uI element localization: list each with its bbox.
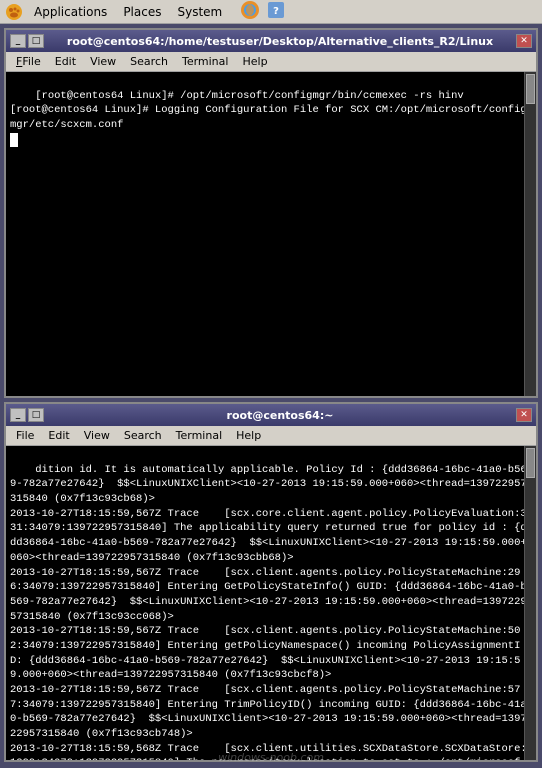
close-button-2[interactable]: ✕ [516, 408, 532, 422]
menu-search-1[interactable]: Search [124, 54, 174, 69]
close-area-1[interactable]: ✕ [516, 34, 532, 48]
terminal-window-1: _ □ root@centos64:/home/testuser/Desktop… [4, 28, 538, 398]
maximize-button-2[interactable]: □ [28, 408, 44, 422]
title-bar-2: _ □ root@centos64:~ ✕ [6, 404, 536, 426]
menu-terminal-2[interactable]: Terminal [170, 428, 229, 443]
places-menu[interactable]: Places [117, 3, 167, 21]
scrollbar-1[interactable] [524, 72, 536, 396]
window-controls-1[interactable]: _ □ [10, 34, 44, 48]
minimize-button-1[interactable]: _ [10, 34, 26, 48]
applications-menu[interactable]: Applications [28, 3, 113, 21]
menu-help-2[interactable]: Help [230, 428, 267, 443]
terminal-output-2[interactable]: dition id. It is automatically applicabl… [6, 446, 536, 760]
firefox-icon[interactable] [240, 0, 260, 23]
menu-edit-1[interactable]: Edit [49, 54, 82, 69]
scrollbar-2[interactable] [524, 446, 536, 760]
title-text-1: root@centos64:/home/testuser/Desktop/Alt… [44, 35, 516, 48]
terminal-output-1[interactable]: [root@centos64 Linux]# /opt/microsoft/co… [6, 72, 536, 396]
terminal-window-2: _ □ root@centos64:~ ✕ File Edit View Sea… [4, 402, 538, 762]
menu-view-2[interactable]: View [78, 428, 116, 443]
menu-search-2[interactable]: Search [118, 428, 168, 443]
title-bar-1: _ □ root@centos64:/home/testuser/Desktop… [6, 30, 536, 52]
menu-file-2[interactable]: File [10, 428, 40, 443]
terminal-menubar-1: FFileFile Edit View Search Terminal Help [6, 52, 536, 72]
svg-text:?: ? [273, 6, 279, 17]
gnome-icon [4, 2, 24, 22]
menu-terminal-1[interactable]: Terminal [176, 54, 235, 69]
terminal-text-1: [root@centos64 Linux]# /opt/microsoft/co… [10, 90, 527, 131]
minimize-button-2[interactable]: _ [10, 408, 26, 422]
cursor-1 [10, 133, 18, 147]
scrollbar-thumb-1[interactable] [526, 74, 535, 104]
gnome-menubar: Applications Places System ? [0, 0, 542, 24]
menu-view-1[interactable]: View [84, 54, 122, 69]
menu-help-1[interactable]: Help [236, 54, 273, 69]
scrollbar-thumb-2[interactable] [526, 448, 535, 478]
close-button-1[interactable]: ✕ [516, 34, 532, 48]
maximize-button-1[interactable]: □ [28, 34, 44, 48]
window-controls-2[interactable]: _ □ [10, 408, 44, 422]
close-area-2[interactable]: ✕ [516, 408, 532, 422]
extra-icon[interactable]: ? [266, 0, 286, 23]
menu-file-1[interactable]: FFileFile [10, 54, 47, 69]
terminal-menubar-2: File Edit View Search Terminal Help [6, 426, 536, 446]
menu-edit-2[interactable]: Edit [42, 428, 75, 443]
system-menu[interactable]: System [171, 3, 228, 21]
terminal-text-2: dition id. It is automatically applicabl… [10, 464, 527, 760]
title-text-2: root@centos64:~ [44, 409, 516, 422]
